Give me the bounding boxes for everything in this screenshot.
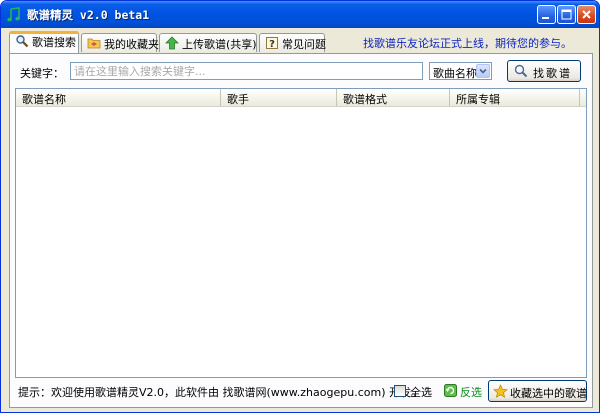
minimize-icon [542,17,549,19]
status-hint: 提示：欢迎使用歌谱精灵V2.0，此软件由 找歌谱网(www.zhaogepu.c… [18,386,422,399]
maximize-button[interactable] [557,5,576,24]
tab-song-search[interactable]: 歌谱搜索 [9,31,79,53]
search-type-value: 歌曲名称 [433,67,477,80]
folder-icon [87,38,101,49]
favorite-selected-button[interactable]: 收藏选中的歌谱 [488,380,587,402]
search-icon [16,35,29,48]
select-all-label[interactable]: 全选 [410,384,432,400]
dropdown-arrow[interactable] [476,64,490,78]
close-icon [582,10,591,19]
title-bar[interactable]: 歌谱精灵 v2.0 beta1 [1,1,599,28]
svg-text:?: ? [269,39,275,50]
column-header-format[interactable]: 歌谱格式 [337,89,450,106]
music-note-icon [7,7,20,22]
search-type-select[interactable]: 歌曲名称 [429,62,492,80]
app-window: 歌谱精灵 v2.0 beta1 歌谱搜索 我的收藏夹 上传歌谱(共享) ? 常见… [0,0,600,413]
invert-selection-icon[interactable] [444,384,457,397]
keyword-label: 关键字： [20,67,64,80]
chevron-down-icon [479,68,487,74]
column-header-singer[interactable]: 歌手 [221,89,337,106]
column-header-score-name[interactable]: 歌谱名称 [16,89,221,106]
tab-my-favorites[interactable]: 我的收藏夹 [81,33,159,52]
search-panel: 关键字： 歌曲名称 找歌谱 歌谱名称 歌手 歌谱格式 所属专辑 提示：欢迎使用歌… [9,53,593,408]
upload-arrow-icon [165,36,179,50]
column-header-album[interactable]: 所属专辑 [450,89,580,106]
window-title: 歌谱精灵 v2.0 beta1 [27,8,150,22]
results-header: 歌谱名称 歌手 歌谱格式 所属专辑 [16,89,586,107]
search-input[interactable] [70,62,423,80]
star-favorite-icon [493,384,508,398]
select-all-checkbox[interactable] [394,385,406,397]
tab-faq[interactable]: ? 常见问题 [259,33,326,52]
help-icon: ? [266,37,278,50]
close-button[interactable] [577,5,596,24]
magnifier-icon [514,64,528,78]
tab-upload-score[interactable]: 上传歌谱(共享) [159,33,257,52]
maximize-icon [561,9,572,20]
results-list[interactable]: 歌谱名称 歌手 歌谱格式 所属专辑 [15,88,587,378]
find-score-button[interactable]: 找歌谱 [507,60,581,82]
minimize-button[interactable] [537,5,556,24]
invert-selection-link[interactable]: 反选 [460,384,482,400]
announcement-link[interactable]: 找歌谱乐友论坛正式上线，期待您的参与。 [363,35,572,51]
